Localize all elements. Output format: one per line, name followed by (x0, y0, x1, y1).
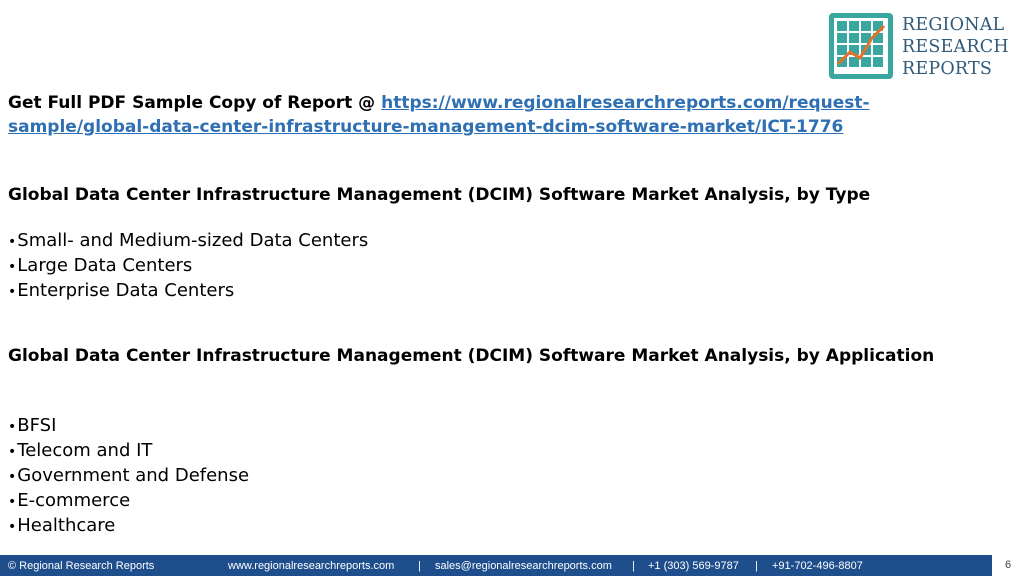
footer-phone-us: +1 (303) 569-9787 (648, 560, 739, 572)
list-item: Government and Defense (8, 464, 249, 489)
footer-website: www.regionalresearchreports.com (228, 560, 395, 572)
footer-separator: | (755, 560, 758, 572)
list-item: Small- and Medium-sized Data Centers (8, 229, 368, 254)
brand-line-3: REPORTS (902, 59, 993, 79)
list-item: BFSI (8, 414, 249, 439)
page-number: 6 (992, 555, 1024, 576)
brand-line-2: RESEARCH (902, 37, 1009, 57)
footer-separator: | (418, 560, 421, 572)
application-list: BFSI Telecom and IT Government and Defen… (8, 414, 249, 539)
brand-logo: REGIONAL RESEARCH REPORTS (828, 12, 1024, 82)
list-item: Enterprise Data Centers (8, 279, 368, 304)
slide-content: Get Full PDF Sample Copy of Report @ htt… (8, 91, 1008, 536)
type-section-heading: Global Data Center Infrastructure Manage… (8, 185, 871, 205)
brand-line-1: REGIONAL (902, 15, 1005, 35)
list-item: E-commerce (8, 489, 249, 514)
footer-email: sales@regionalresearchreports.com (435, 560, 612, 572)
application-section-heading: Global Data Center Infrastructure Manage… (8, 346, 935, 366)
list-item: Telecom and IT (8, 439, 249, 464)
footer-phone-in: +91-702-496-8807 (772, 560, 863, 572)
footer-copyright: © Regional Research Reports (8, 560, 155, 572)
footer-bar: © Regional Research Reports www.regional… (0, 555, 1024, 576)
list-item: Large Data Centers (8, 254, 368, 279)
sample-request-line: Get Full PDF Sample Copy of Report @ htt… (8, 91, 1008, 139)
type-list: Small- and Medium-sized Data Centers Lar… (8, 229, 368, 304)
brand-name: REGIONAL RESEARCH REPORTS (902, 14, 1022, 80)
logo-chart-icon (829, 13, 893, 79)
sample-request-prefix: Get Full PDF Sample Copy of Report @ (8, 93, 382, 113)
footer-separator: | (632, 560, 635, 572)
list-item: Healthcare (8, 514, 249, 539)
